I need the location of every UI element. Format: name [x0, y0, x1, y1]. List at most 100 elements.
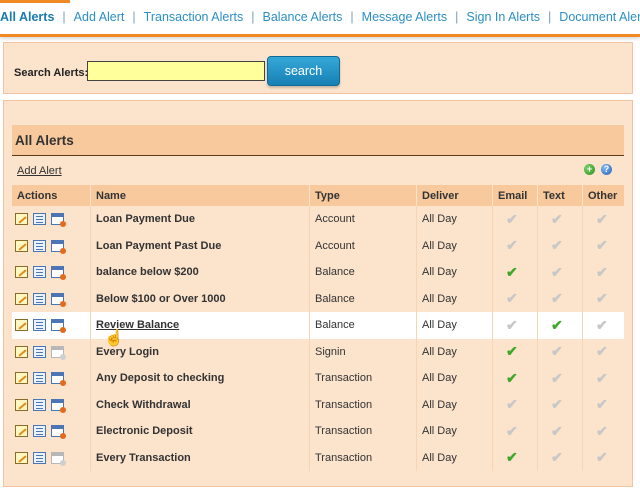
edit-icon[interactable] — [15, 319, 28, 332]
checkmark-icon[interactable]: ✔ — [498, 264, 518, 280]
edit-icon[interactable] — [15, 398, 28, 411]
alert-name[interactable]: Review Balance — [90, 312, 309, 339]
alert-name[interactable]: Loan Payment Due — [90, 206, 309, 233]
actions-cell — [12, 233, 90, 260]
details-icon[interactable] — [33, 398, 46, 411]
toggle-alert-icon[interactable] — [51, 372, 66, 387]
details-icon[interactable] — [33, 319, 46, 332]
checkmark-icon[interactable]: ✔ — [498, 343, 518, 359]
actions-cell — [12, 418, 90, 445]
toggle-alert-icon[interactable] — [51, 319, 66, 334]
text-cell: ✔ — [537, 259, 582, 286]
details-icon[interactable] — [33, 372, 46, 385]
alert-name[interactable]: Every Login — [90, 338, 309, 365]
details-icon[interactable] — [33, 425, 46, 438]
checkmark-icon[interactable]: ✔ — [498, 449, 518, 465]
checkmark-icon[interactable]: ✔ — [498, 370, 518, 386]
details-icon[interactable] — [33, 213, 46, 226]
checkmark-icon[interactable]: ✔ — [498, 211, 518, 227]
checkmark-icon[interactable]: ✔ — [588, 211, 608, 227]
checkmark-icon[interactable]: ✔ — [543, 317, 563, 333]
checkmark-icon[interactable]: ✔ — [498, 396, 518, 412]
nav-item-balance-alerts[interactable]: Balance Alerts — [263, 10, 343, 24]
checkmark-icon[interactable]: ✔ — [588, 237, 608, 253]
toggle-alert-icon[interactable] — [51, 398, 66, 413]
table-row: Loan Payment Due Account All Day ✔ ✔ ✔ — [12, 206, 624, 233]
checkmark-icon[interactable]: ✔ — [543, 343, 563, 359]
checkmark-icon[interactable]: ✔ — [543, 237, 563, 253]
plus-icon[interactable]: + — [584, 164, 595, 175]
checkmark-icon[interactable]: ✔ — [588, 343, 608, 359]
nav-item-add-alert[interactable]: Add Alert — [74, 10, 125, 24]
checkmark-icon[interactable]: ✔ — [498, 237, 518, 253]
table-row: balance below $200 Balance All Day ✔ ✔ ✔ — [12, 259, 624, 286]
checkmark-icon[interactable]: ✔ — [543, 449, 563, 465]
checkmark-icon[interactable]: ✔ — [543, 264, 563, 280]
toggle-alert-icon[interactable] — [51, 451, 66, 466]
checkmark-icon[interactable]: ✔ — [543, 290, 563, 306]
nav-separator: | — [548, 10, 552, 24]
alert-name[interactable]: Every Transaction — [90, 444, 309, 471]
details-icon[interactable] — [33, 239, 46, 252]
text-cell: ✔ — [537, 391, 582, 418]
checkmark-icon[interactable]: ✔ — [588, 290, 608, 306]
nav-item-sign-in-alerts[interactable]: Sign In Alerts — [466, 10, 540, 24]
edit-icon[interactable] — [15, 213, 28, 226]
alert-name[interactable]: Electronic Deposit — [90, 418, 309, 445]
toggle-alert-icon[interactable] — [51, 239, 66, 254]
edit-icon[interactable] — [15, 451, 28, 464]
alert-deliver: All Day — [416, 418, 492, 445]
help-icon[interactable]: ? — [601, 164, 612, 175]
search-input[interactable] — [87, 61, 265, 81]
nav-item-transaction-alerts[interactable]: Transaction Alerts — [144, 10, 244, 24]
toggle-alert-icon[interactable] — [51, 292, 66, 307]
other-cell: ✔ — [582, 232, 624, 259]
details-icon[interactable] — [33, 345, 46, 358]
nav-item-message-alerts[interactable]: Message Alerts — [362, 10, 447, 24]
alert-type: Balance — [309, 312, 416, 339]
edit-icon[interactable] — [15, 345, 28, 358]
nav-item-document-alerts[interactable]: Document Alerts — [559, 10, 640, 24]
other-cell: ✔ — [582, 418, 624, 445]
other-cell: ✔ — [582, 365, 624, 392]
checkmark-icon[interactable]: ✔ — [588, 449, 608, 465]
alert-name[interactable]: Below $100 or Over 1000 — [90, 285, 309, 312]
checkmark-icon[interactable]: ✔ — [588, 317, 608, 333]
other-cell: ✔ — [582, 285, 624, 312]
alert-name[interactable]: Loan Payment Past Due — [90, 232, 309, 259]
checkmark-icon[interactable]: ✔ — [498, 290, 518, 306]
alert-type: Account — [309, 232, 416, 259]
alert-name[interactable]: balance below $200 — [90, 259, 309, 286]
checkmark-icon[interactable]: ✔ — [498, 317, 518, 333]
alert-name[interactable]: Any Deposit to checking — [90, 365, 309, 392]
details-icon[interactable] — [33, 266, 46, 279]
checkmark-icon[interactable]: ✔ — [588, 370, 608, 386]
edit-icon[interactable] — [15, 372, 28, 385]
checkmark-icon[interactable]: ✔ — [588, 423, 608, 439]
details-icon[interactable] — [33, 451, 46, 464]
checkmark-icon[interactable]: ✔ — [543, 423, 563, 439]
checkmark-icon[interactable]: ✔ — [588, 396, 608, 412]
nav-item-all-alerts[interactable]: All Alerts — [0, 10, 54, 24]
edit-icon[interactable] — [15, 266, 28, 279]
toggle-alert-icon[interactable] — [51, 345, 66, 360]
email-cell: ✔ — [492, 206, 537, 233]
checkmark-icon[interactable]: ✔ — [588, 264, 608, 280]
edit-icon[interactable] — [15, 239, 28, 252]
toggle-alert-icon[interactable] — [51, 266, 66, 281]
email-cell: ✔ — [492, 285, 537, 312]
alert-type: Transaction — [309, 418, 416, 445]
details-icon[interactable] — [33, 292, 46, 305]
toggle-alert-icon[interactable] — [51, 425, 66, 440]
checkmark-icon[interactable]: ✔ — [543, 370, 563, 386]
search-button[interactable]: search — [267, 56, 340, 86]
add-alert-link[interactable]: Add Alert — [17, 165, 62, 177]
toggle-alert-icon[interactable] — [51, 213, 66, 228]
checkmark-icon[interactable]: ✔ — [543, 211, 563, 227]
checkmark-icon[interactable]: ✔ — [498, 423, 518, 439]
checkmark-icon[interactable]: ✔ — [543, 396, 563, 412]
actions-cell — [12, 312, 90, 339]
alert-name[interactable]: Check Withdrawal — [90, 391, 309, 418]
edit-icon[interactable] — [15, 425, 28, 438]
edit-icon[interactable] — [15, 292, 28, 305]
